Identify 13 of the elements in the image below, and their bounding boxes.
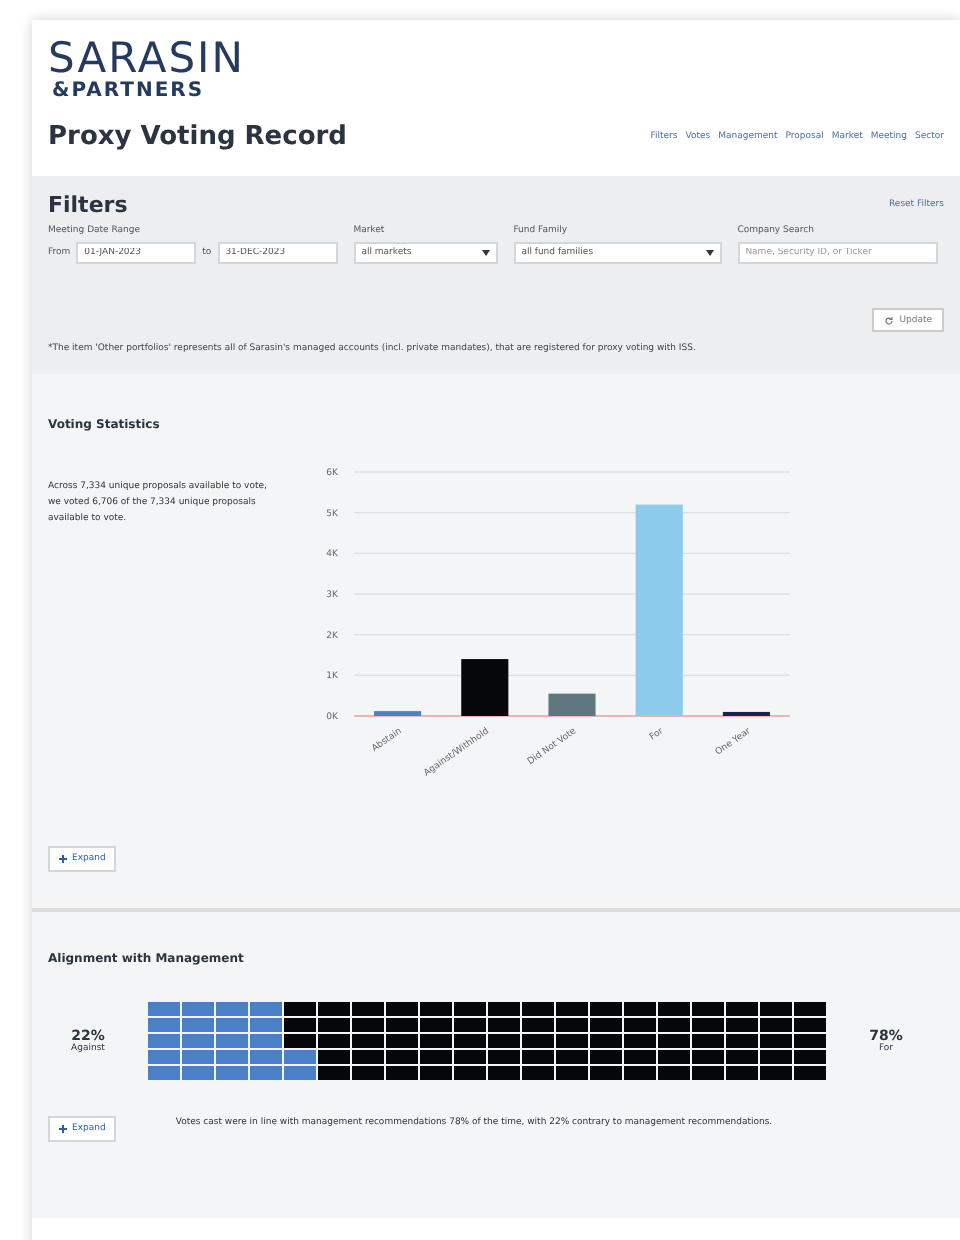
bar <box>722 711 770 716</box>
plus-icon <box>58 1124 68 1134</box>
bar <box>548 693 596 716</box>
brand-subtitle: &PARTNERS <box>52 80 207 102</box>
brand-logo: SARASIN <box>48 36 247 80</box>
section-title: Filters <box>48 192 128 218</box>
bar <box>374 711 422 716</box>
refresh-icon <box>883 315 894 325</box>
bar <box>461 659 509 716</box>
plus-icon <box>58 854 68 864</box>
caret-icon <box>481 250 490 256</box>
page-title: Proxy Voting Record <box>48 122 347 152</box>
caret-icon <box>705 250 714 256</box>
